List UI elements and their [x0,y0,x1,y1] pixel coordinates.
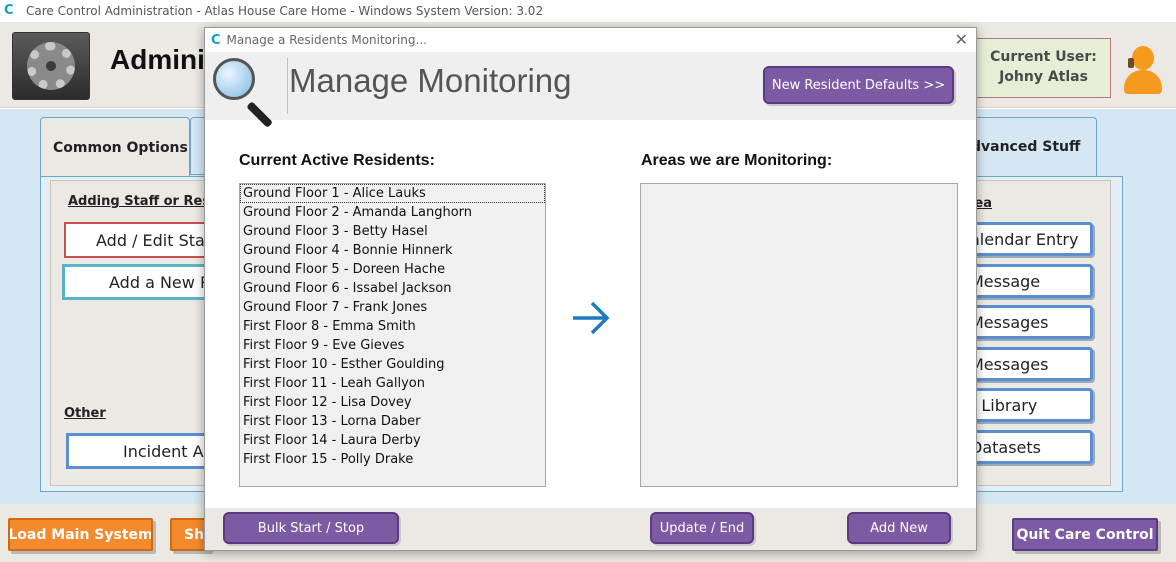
app-title: Admini [110,44,205,75]
resident-list-item[interactable]: Ground Floor 2 - Amanda Langhorn [240,203,545,222]
resident-list-item[interactable]: First Floor 9 - Eve Gieves [240,336,545,355]
manage-monitoring-dialog: C Manage a Residents Monitoring... ✕ Man… [204,27,977,551]
header-divider [287,58,288,114]
library-button[interactable]: t Library [960,388,1093,422]
settings-gear-icon [12,32,90,100]
residents-label: Current Active Residents: [239,152,435,169]
resident-list-item[interactable]: Ground Floor 6 - Issabel Jackson [240,279,545,298]
resident-list-item[interactable]: Ground Floor 1 - Alice Lauks [240,184,545,203]
residents-list[interactable]: Ground Floor 1 - Alice Lauks Ground Floor… [239,183,546,487]
datasets-button[interactable]: Datasets [960,430,1093,464]
section-staff-label: Adding Staff or Resi [68,194,215,209]
resident-list-item[interactable]: First Floor 11 - Leah Gallyon [240,374,545,393]
resident-list-item[interactable]: First Floor 15 - Polly Drake [240,450,545,469]
window-title: Care Control Administration - Atlas Hous… [26,4,544,18]
resident-list-item[interactable]: First Floor 8 - Emma Smith [240,317,545,336]
resident-list-item[interactable]: Ground Floor 4 - Bonnie Hinnerk [240,241,545,260]
resident-list-item[interactable]: Ground Floor 7 - Frank Jones [240,298,545,317]
dialog-header: Manage Monitoring New Resident Defaults … [205,52,976,129]
messages-button[interactable]: Messages [960,305,1093,339]
dialog-title: Manage a Residents Monitoring... [226,33,427,47]
current-user-label: Current User: [990,49,1097,65]
bulk-start-stop-button[interactable]: Bulk Start / Stop [223,512,399,544]
quit-button[interactable]: Quit Care Control [1012,518,1158,551]
message-button[interactable]: Message [960,264,1093,298]
update-end-button[interactable]: Update / End [650,512,754,544]
monitoring-areas-list[interactable] [640,183,958,487]
add-new-button[interactable]: Add New [847,512,951,544]
messages-button-2[interactable]: Messages [960,347,1093,381]
calendar-entry-button[interactable]: alendar Entry [960,222,1093,256]
resident-list-item[interactable]: Ground Floor 3 - Betty Hasel [240,222,545,241]
main-title-bar: C Care Control Administration - Atlas Ho… [0,0,1176,22]
resident-list-item[interactable]: First Floor 10 - Esther Goulding [240,355,545,374]
dialog-footer: Bulk Start / Stop Update / End Add New [205,508,976,550]
resident-list-item[interactable]: First Floor 12 - Lisa Dovey [240,393,545,412]
resident-list-item[interactable]: First Floor 13 - Lorna Daber [240,412,545,431]
dialog-heading: Manage Monitoring [289,62,572,99]
app-logo-icon: C [4,3,14,18]
current-user-name: Johny Atlas [999,69,1088,85]
resident-list-item[interactable]: First Floor 14 - Laura Derby [240,431,545,450]
dialog-logo-icon: C [211,32,221,48]
magnifier-icon [211,56,281,129]
current-user-box: Current User: Johny Atlas [976,38,1111,98]
user-avatar-icon [1124,44,1162,94]
close-icon[interactable]: ✕ [955,30,968,49]
tab-common-options[interactable]: Common Options [40,117,190,177]
tab-advanced-stuff[interactable]: dvanced Stuff [960,117,1097,177]
new-resident-defaults-button[interactable]: New Resident Defaults >> [763,66,954,104]
arrow-right-icon[interactable] [571,298,613,338]
section-other-label: Other [64,406,106,421]
dialog-title-bar: C Manage a Residents Monitoring... ✕ [205,28,976,52]
load-main-system-button[interactable]: Load Main System [8,518,153,551]
add-resident-button[interactable]: Add a New R [62,264,210,300]
add-edit-staff-button[interactable]: Add / Edit Staf [64,222,210,258]
resident-list-item[interactable]: Ground Floor 5 - Doreen Hache [240,260,545,279]
areas-label: Areas we are Monitoring: [641,152,833,169]
incident-button[interactable]: Incident Ar [66,433,210,469]
